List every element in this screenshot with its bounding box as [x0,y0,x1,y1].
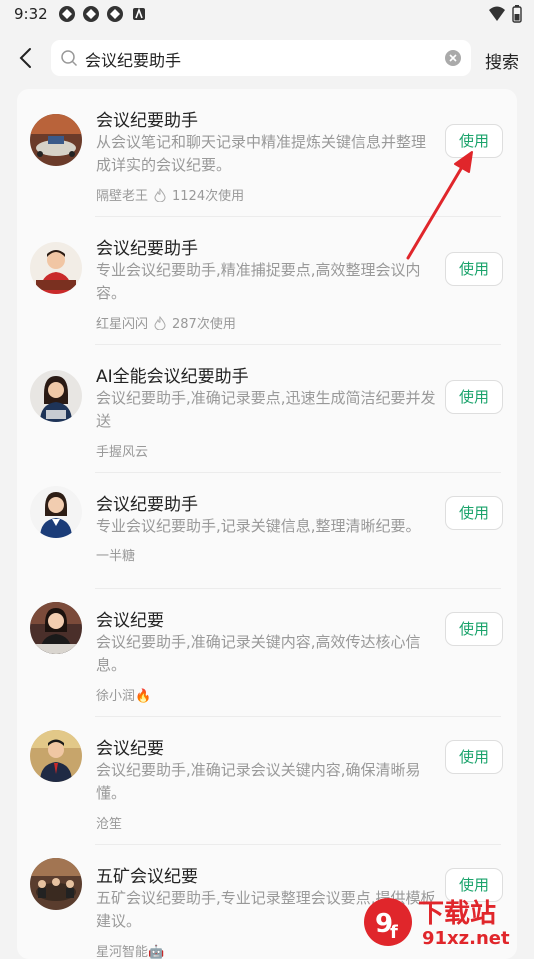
avatar [30,602,82,654]
watermark-title: 下载站 [418,899,496,929]
avatar [30,730,82,782]
item-author: 手握风云 [96,445,149,460]
avatar [30,486,82,538]
item-author: 徐小润🔥 [96,689,152,704]
use-button[interactable]: 使用 [445,252,503,286]
battery-icon [512,5,522,27]
status-bar: 9:32 [0,0,534,28]
item-meta: 沧笙 [96,813,122,832]
notification-icons [58,5,148,23]
search-input[interactable]: 会议纪要助手 [51,40,471,76]
back-button[interactable] [14,46,38,70]
avatar [30,858,82,910]
item-author: 沧笙 [96,817,123,832]
item-author: 一半糖 [96,549,136,564]
avatar [30,114,82,166]
item-meta: 红星闪闪 287次使用 [96,313,236,332]
item-title: AI全能会议纪要助手 [96,367,249,387]
item-description: 从会议笔记和聊天记录中精准提炼关键信息并整理成详实的会议纪要。 [96,133,427,174]
status-time: 9:32 [14,5,48,23]
item-description: 会议纪要助手,准确记录会议关键内容,确保清晰易懂。 [96,761,421,802]
results-list: 会议纪要助手 从会议笔记和聊天记录中精准提炼关键信息并整理成详实的会议纪要。 隔… [17,89,517,959]
item-meta: 徐小润🔥 [96,685,151,704]
item-description: 专业会议纪要助手,记录关键信息,整理清晰纪要。 [96,517,421,535]
item-description: 会议纪要助手,准确记录关键内容,高效传达核心信息。 [96,633,421,674]
list-item[interactable]: 会议纪要助手 专业会议纪要助手,记录关键信息,整理清晰纪要。 一半糖 使用 [17,473,517,588]
item-author: 星河智能🤖 [96,945,165,959]
use-button[interactable]: 使用 [445,496,503,530]
app-notification-icon [82,5,100,23]
list-item[interactable]: AI全能会议纪要助手 会议纪要助手,准确记录要点,迅速生成简洁纪要并发送 手握风… [17,345,517,472]
item-author: 红星闪闪 [96,317,149,332]
item-meta: 星河智能🤖 [96,941,164,959]
app-notification-icon [58,5,76,23]
watermark-logo: 9 f 下载站 91xz.net [362,894,530,950]
search-query: 会议纪要助手 [85,51,182,70]
search-icon [61,50,78,67]
avatar [30,242,82,294]
chevron-left-icon [19,48,31,68]
list-item[interactable]: 会议纪要助手 专业会议纪要助手,精准捕捉要点,高效整理会议内容。 红星闪闪 28… [17,217,517,344]
item-title: 会议纪要助手 [96,495,198,515]
watermark-url: 91xz.net [422,928,510,949]
flame-icon [154,315,166,330]
search-button[interactable]: 搜索 [485,48,519,73]
use-button[interactable]: 使用 [445,740,503,774]
flame-icon [154,187,166,202]
use-button[interactable]: 使用 [445,380,503,414]
item-author: 隔壁老王 [96,189,149,204]
item-title: 会议纪要 [96,611,164,631]
item-use-count: 287次使用 [172,317,236,332]
item-meta: 隔壁老王 1124次使用 [96,185,244,204]
wifi-icon [488,6,506,26]
item-title: 会议纪要助手 [96,111,198,131]
svg-text:f: f [390,922,398,943]
list-item[interactable]: 会议纪要 会议纪要助手,准确记录会议关键内容,确保清晰易懂。 沧笙 使用 [17,717,517,844]
item-use-count: 1124次使用 [172,189,245,204]
font-notification-icon [130,5,148,23]
list-item[interactable]: 会议纪要 会议纪要助手,准确记录关键内容,高效传达核心信息。 徐小润🔥 使用 [17,589,517,716]
item-title: 会议纪要助手 [96,239,198,259]
item-meta: 一半糖 [96,545,135,564]
app-notification-icon [106,5,124,23]
use-button[interactable]: 使用 [445,124,503,158]
clear-icon[interactable] [444,49,462,67]
item-title: 会议纪要 [96,739,164,759]
use-button[interactable]: 使用 [445,612,503,646]
item-description: 专业会议纪要助手,精准捕捉要点,高效整理会议内容。 [96,261,421,302]
system-status [488,5,522,27]
list-item[interactable]: 会议纪要助手 从会议笔记和聊天记录中精准提炼关键信息并整理成详实的会议纪要。 隔… [17,89,517,216]
avatar [30,370,82,422]
item-description: 会议纪要助手,准确记录要点,迅速生成简洁纪要并发送 [96,389,436,430]
search-bar: 会议纪要助手 搜索 [0,36,534,80]
item-meta: 手握风云 [96,441,148,460]
item-title: 五矿会议纪要 [96,867,198,887]
